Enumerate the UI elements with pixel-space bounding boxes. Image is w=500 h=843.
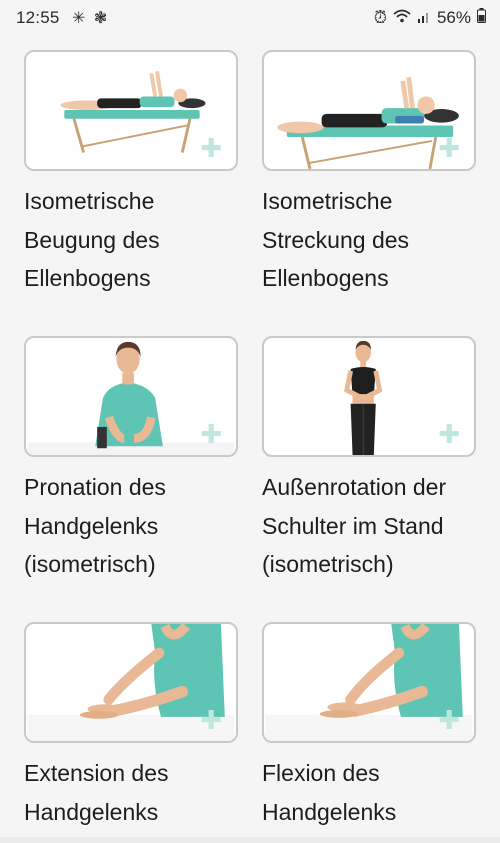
exercise-title-line: Schulter im Stand [262, 512, 444, 539]
exercise-thumbnail[interactable]: ✚ [262, 336, 476, 457]
exercise-title-line: Handgelenks [262, 798, 397, 825]
exercise-title[interactable]: Pronation des Handgelenks (isometrisch) [24, 468, 264, 584]
exercise-title-line: Außenrotation der [262, 474, 447, 500]
exercise-thumbnail[interactable]: ✚ [262, 622, 476, 743]
alarm-icon: ⏰︎ [373, 8, 387, 27]
exercise-thumbnail[interactable]: ✚ [24, 622, 238, 743]
exercise-title-line: (isometrisch) [24, 551, 156, 577]
exercise-title-line: Isometrische [24, 188, 155, 214]
battery-icon [477, 8, 486, 28]
exercise-title-line: Beugung des [24, 226, 160, 253]
plus-icon: ✚ [200, 705, 222, 735]
exercise-title[interactable]: Flexion des Handgelenks [262, 754, 500, 831]
exercise-title[interactable]: Isometrische Beugung des Ellenbogens [24, 182, 264, 298]
exercise-title-line: Extension des [24, 760, 169, 786]
exercise-title-line: Handgelenks [24, 798, 159, 825]
exercise-title[interactable]: Extension des Handgelenks [24, 754, 264, 831]
plus-icon: ✚ [438, 133, 460, 163]
status-bar: 12:55 ✳︎ ❃ ⏰︎ 56% [0, 0, 500, 36]
signal-icon [417, 8, 431, 28]
status-right-icons: ⏰︎ 56% [374, 8, 486, 28]
exercise-title-line: Isometrische [262, 188, 393, 214]
bluetooth-icon: ✳︎ [72, 10, 86, 27]
exercise-title[interactable]: Außenrotation der Schulter im Stand (iso… [262, 468, 500, 584]
exercise-title[interactable]: Isometrische Streckung des Ellenbogens [262, 182, 500, 298]
exercise-title-line: Flexion des [262, 760, 380, 786]
wifi-icon [393, 8, 411, 28]
exercise-title-line: Pronation des [24, 474, 166, 500]
exercise-thumbnail[interactable]: ✚ [24, 336, 238, 457]
fan-icon: ❃ [93, 10, 108, 27]
status-time: 12:55 [16, 8, 60, 27]
plus-icon: ✚ [438, 419, 460, 449]
exercise-title-line: Ellenbogens [24, 265, 151, 291]
exercise-title-line: Handgelenks [24, 512, 159, 539]
plus-icon: ✚ [200, 419, 222, 449]
exercise-title-line: (isometrisch) [262, 551, 394, 577]
exercise-title-line: Ellenbogens [262, 265, 389, 291]
battery-percent: 56% [436, 8, 471, 27]
exercise-thumbnail[interactable]: ✚ [262, 50, 476, 171]
exercise-thumbnail[interactable]: ✚ [24, 50, 238, 171]
plus-icon: ✚ [200, 133, 222, 163]
exercise-title-line: Streckung des [262, 226, 410, 253]
plus-icon: ✚ [438, 705, 460, 735]
bottom-edge [0, 837, 500, 843]
status-left-icons: ✳︎ ❃ [72, 8, 107, 28]
